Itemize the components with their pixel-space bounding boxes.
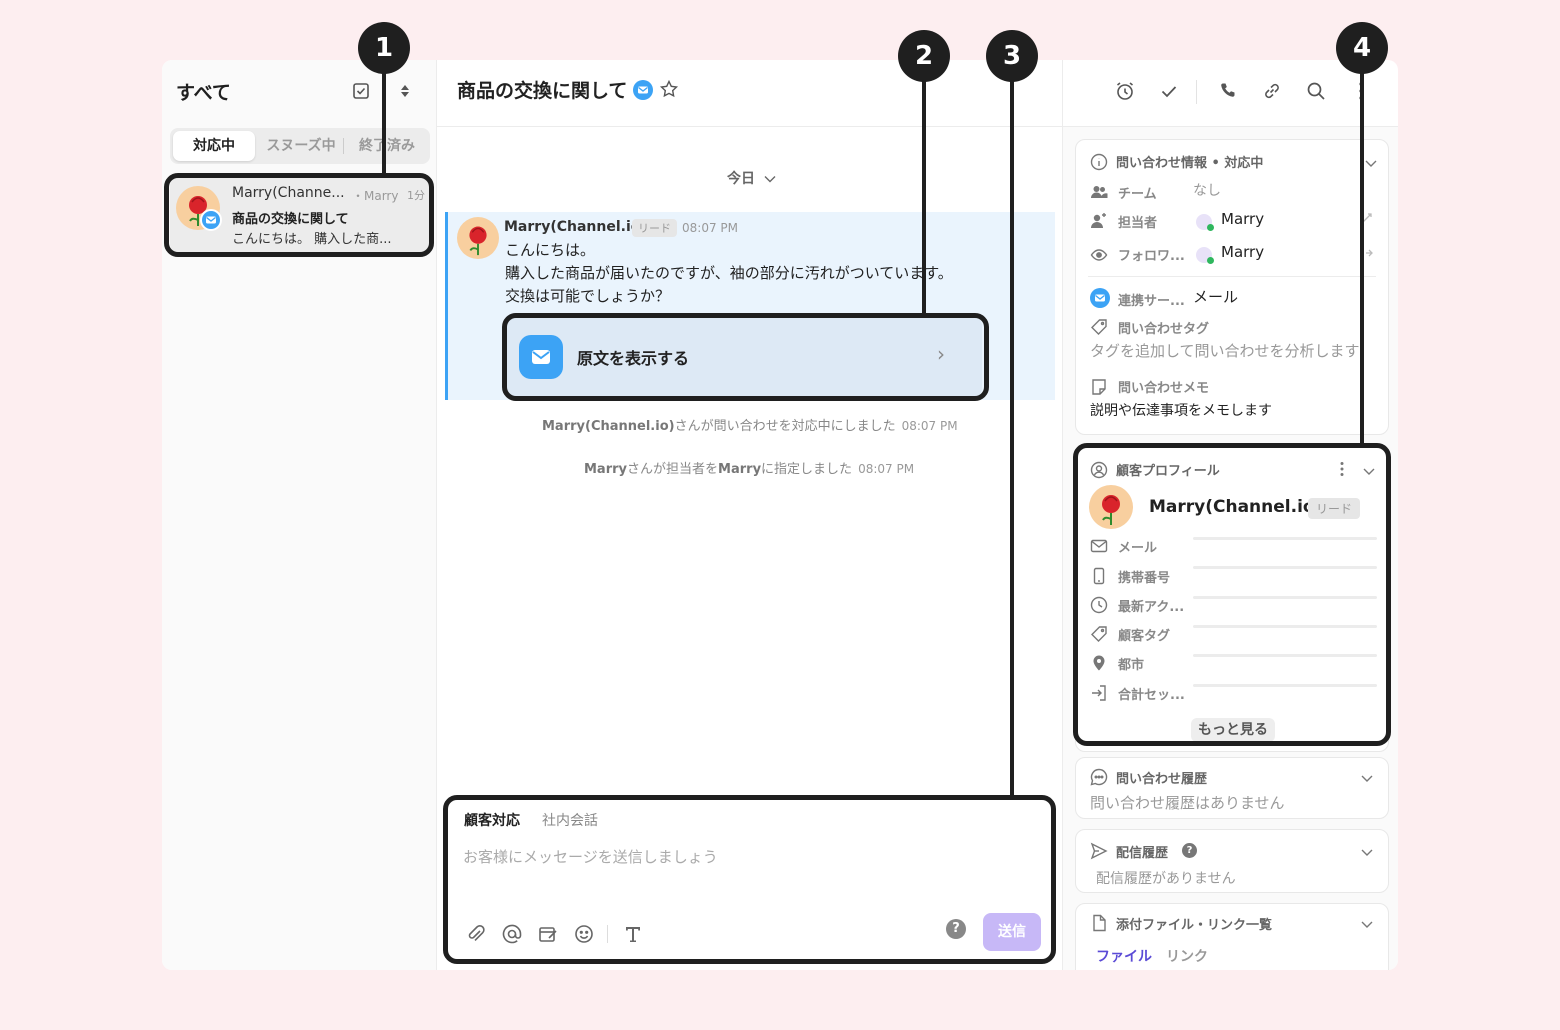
team-icon xyxy=(1091,186,1108,198)
follower-label: フォロワ... xyxy=(1118,249,1185,264)
customer-avatar xyxy=(457,217,499,259)
callout-line-3 xyxy=(1010,80,1014,796)
callout-box-3 xyxy=(443,795,1056,964)
chevron-down-icon[interactable] xyxy=(1364,156,1378,170)
star-icon[interactable] xyxy=(659,79,679,99)
inquiry-tag-label: 問い合わせタグ xyxy=(1118,322,1210,337)
eye-icon xyxy=(1090,249,1108,261)
chat-title: 商品の交換に関して xyxy=(457,76,627,103)
snooze-alarm-icon[interactable] xyxy=(1114,80,1136,102)
callout-line-1 xyxy=(382,72,386,174)
status-tabs: 対応中 スヌーズ中 終了済み xyxy=(170,128,430,164)
assignee-icon xyxy=(1091,213,1106,228)
system-message: Marryさんが担当者をMarryに指定しました 08:07 PM xyxy=(584,458,914,477)
system-text: さんが担当者を xyxy=(627,462,719,477)
callout-3: 3 xyxy=(986,30,1038,82)
online-status-dot xyxy=(1207,257,1214,264)
system-time: 08:07 PM xyxy=(901,419,958,433)
inquiry-info-title: 問い合わせ情報 • 対応中 xyxy=(1116,156,1264,171)
callout-box-2 xyxy=(502,313,989,401)
mail-icon xyxy=(638,86,648,94)
callout-1: 1 xyxy=(358,22,410,74)
mail-icon xyxy=(1095,294,1105,302)
help-icon[interactable]: ? xyxy=(1182,843,1197,858)
tab-open[interactable]: 対応中 xyxy=(173,131,255,161)
file-icon xyxy=(1093,914,1106,932)
header-divider xyxy=(1196,80,1197,104)
inquiry-history-card: 問い合わせ履歴 問い合わせ履歴はありません xyxy=(1075,757,1389,819)
tab-links[interactable]: リンク xyxy=(1166,946,1208,966)
inquiry-info-card: 問い合わせ情報 • 対応中 チーム なし 担当者 Marry フォロワ... M… xyxy=(1075,139,1389,435)
inquiry-history-title: 問い合わせ履歴 xyxy=(1116,772,1208,787)
inquiry-memo-label: 問い合わせメモ xyxy=(1118,381,1210,396)
online-status-dot xyxy=(1207,224,1214,231)
team-value[interactable]: なし xyxy=(1193,180,1221,200)
message-line: こんにちは。 xyxy=(505,241,596,259)
phone-icon[interactable] xyxy=(1217,80,1239,102)
inquiry-tag-input[interactable]: タグを追加して問い合わせを分析します xyxy=(1090,340,1360,361)
callout-4: 4 xyxy=(1336,22,1388,74)
attachments-card: 添付ファイル・リンク一覧 ファイル リンク xyxy=(1075,903,1389,970)
inquiry-memo-input[interactable]: 説明や伝達事項をメモします xyxy=(1090,400,1272,420)
rose-icon xyxy=(469,226,487,256)
link-icon[interactable] xyxy=(1261,80,1283,102)
date-divider[interactable]: 今日 xyxy=(727,168,776,188)
section-divider xyxy=(1088,276,1376,277)
chat-bubble-icon xyxy=(1090,768,1108,786)
system-actor: Marry xyxy=(584,462,628,477)
channel-value: メール xyxy=(1193,288,1239,306)
system-text-tail: に指定しました xyxy=(761,462,853,477)
chevron-down-icon[interactable] xyxy=(1360,771,1374,785)
system-target: Marry xyxy=(718,462,762,477)
tag-icon xyxy=(1091,319,1107,335)
system-text: さんが問い合わせを対応中にしました xyxy=(674,419,896,434)
callout-box-4 xyxy=(1073,443,1391,746)
callout-2: 2 xyxy=(898,30,950,82)
delivery-history-title: 配信履歴 xyxy=(1116,846,1169,861)
message-line: 交換は可能でしょうか？ xyxy=(505,287,671,305)
tab-closed[interactable]: 終了済み xyxy=(346,131,428,161)
callout-line-2 xyxy=(922,80,926,314)
memo-icon xyxy=(1092,379,1106,395)
sort-icon[interactable] xyxy=(396,82,414,100)
check-icon[interactable] xyxy=(1158,80,1180,102)
delivery-history-empty: 配信履歴がありません xyxy=(1096,871,1236,887)
delivery-history-card: 配信履歴 ? 配信履歴がありません xyxy=(1075,829,1389,893)
chevron-down-icon[interactable] xyxy=(1360,917,1374,931)
attachments-title: 添付ファイル・リンク一覧 xyxy=(1116,918,1273,933)
system-actor: Marry(Channel.io) xyxy=(542,419,675,434)
message-sender: Marry(Channel.io) xyxy=(504,219,647,235)
select-checkbox-icon[interactable] xyxy=(352,82,370,100)
team-label: チーム xyxy=(1118,187,1157,202)
message-body: こんにちは。 購入した商品が届いたのですが、袖の部分に汚れがついています。 交換… xyxy=(505,239,953,308)
info-icon xyxy=(1090,153,1108,171)
tab-files[interactable]: ファイル xyxy=(1096,946,1152,966)
chat-title-text: 商品の交換に関して xyxy=(457,80,628,102)
inquiry-history-empty: 問い合わせ履歴はありません xyxy=(1090,794,1285,812)
lead-badge: リード xyxy=(632,219,677,237)
assignee-value[interactable]: Marry xyxy=(1221,210,1264,228)
message-line: 購入した商品が届いたのですが、袖の部分に汚れがついています。 xyxy=(505,264,953,282)
tab-snoozed[interactable]: スヌーズ中 xyxy=(258,131,344,161)
send-icon xyxy=(1090,842,1108,860)
search-icon[interactable] xyxy=(1305,80,1327,102)
email-channel-icon xyxy=(1090,288,1110,308)
follower-value[interactable]: Marry xyxy=(1221,243,1264,261)
chevron-down-icon xyxy=(764,176,776,183)
system-message: Marry(Channel.io)さんが問い合わせを対応中にしました 08:07 … xyxy=(542,415,958,434)
message-time: 08:07 PM xyxy=(682,221,738,235)
email-channel-icon xyxy=(633,80,653,100)
callout-line-4 xyxy=(1360,72,1364,444)
system-time: 08:07 PM xyxy=(858,462,915,476)
chevron-down-icon[interactable] xyxy=(1360,845,1374,859)
tab-divider xyxy=(343,138,344,154)
assignee-label: 担当者 xyxy=(1118,216,1158,231)
date-divider-label: 今日 xyxy=(727,171,755,187)
channel-label: 連携サー... xyxy=(1118,294,1185,309)
callout-box-1 xyxy=(164,173,434,257)
list-title: すべて xyxy=(176,82,231,104)
